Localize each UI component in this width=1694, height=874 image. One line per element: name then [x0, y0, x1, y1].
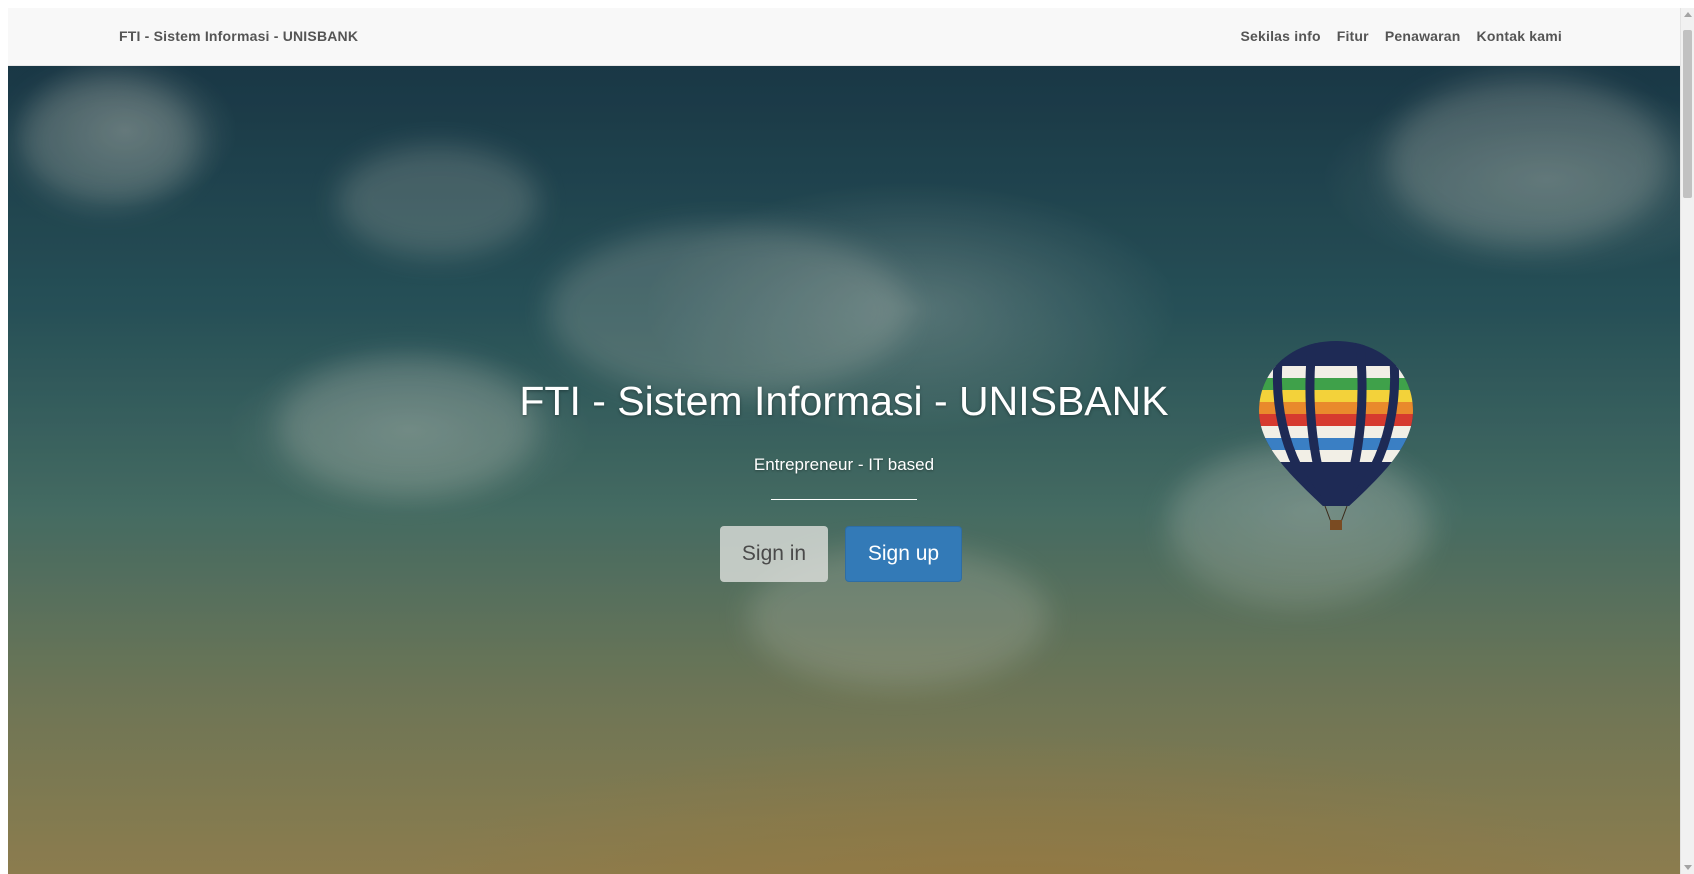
hero-divider [771, 499, 917, 500]
nav-link-sekilas-info[interactable]: Sekilas info [1240, 28, 1320, 44]
page: FTI - Sistem Informasi - UNISBANK Sekila… [0, 0, 1694, 874]
vertical-scrollbar[interactable] [1680, 8, 1694, 874]
nav-link-kontak-kami[interactable]: Kontak kami [1477, 28, 1562, 44]
nav-link-penawaran[interactable]: Penawaran [1385, 28, 1461, 44]
scroll-up-arrow-icon[interactable] [1684, 12, 1692, 17]
sign-in-button[interactable]: Sign in [720, 526, 828, 582]
hero-subtitle: Entrepreneur - IT based [753, 455, 935, 474]
top-navbar: FTI - Sistem Informasi - UNISBANK Sekila… [8, 8, 1680, 66]
nav-link-fitur[interactable]: Fitur [1337, 28, 1369, 44]
navbar-brand[interactable]: FTI - Sistem Informasi - UNISBANK [119, 28, 358, 44]
scroll-down-arrow-icon[interactable] [1684, 865, 1692, 870]
hero-title: FTI - Sistem Informasi - UNISBANK [519, 378, 1169, 424]
scroll-thumb[interactable] [1683, 30, 1692, 198]
hero-section: FTI - Sistem Informasi - UNISBANK Entrep… [8, 66, 1680, 874]
sign-up-button[interactable]: Sign up [845, 526, 962, 582]
hero-content: FTI - Sistem Informasi - UNISBANK Entrep… [8, 66, 1680, 874]
navbar-links: Sekilas info Fitur Penawaran Kontak kami [1240, 28, 1562, 44]
